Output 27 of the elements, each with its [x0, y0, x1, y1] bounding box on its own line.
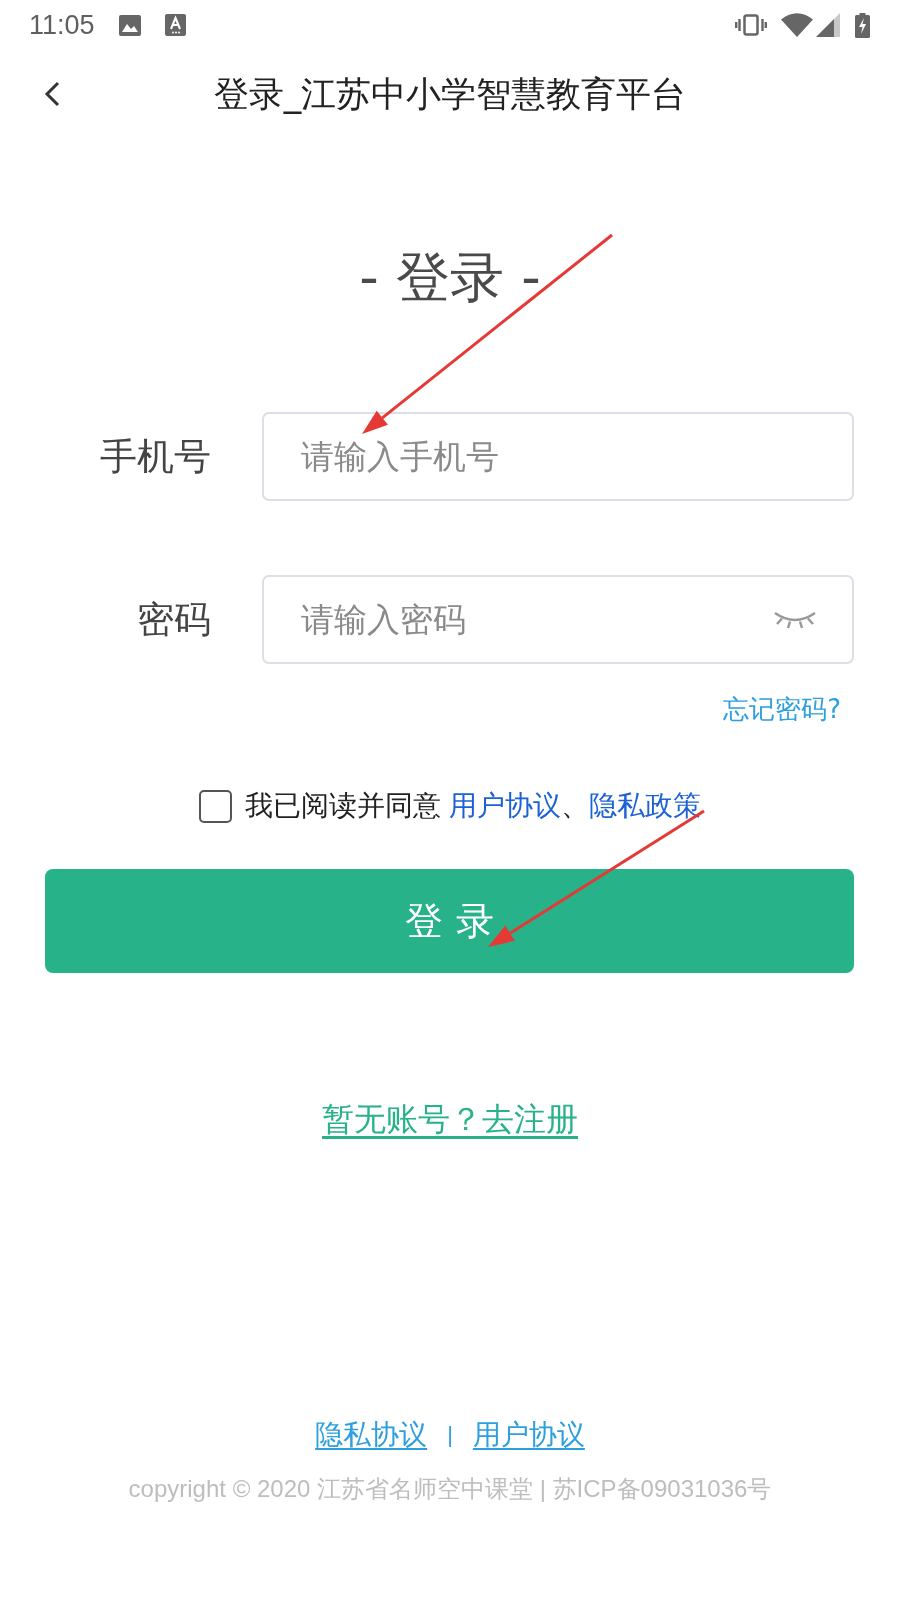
field-label: 密码 [137, 597, 211, 642]
page-title: 登录_江苏中小学智慧教育平台 [212, 73, 688, 116]
signal-icon [816, 13, 840, 37]
policy-link[interactable]: 用户协议 [449, 789, 561, 822]
wifi-icon [781, 13, 813, 37]
login-heading: - 登录 - [359, 248, 541, 308]
eye-closed-icon[interactable] [772, 609, 818, 630]
link-separator: | [447, 1421, 453, 1449]
font-icon [164, 14, 186, 36]
phone-input[interactable]: 请输入手机号 [262, 412, 854, 501]
footer-link[interactable]: 用户协议 [472, 1417, 585, 1453]
policy-link[interactable]: 隐私政策 [589, 789, 701, 822]
agree-checkbox[interactable] [199, 789, 232, 823]
footer-link[interactable]: 隐私协议 [315, 1417, 428, 1453]
login-button[interactable]: 登 录 [45, 869, 854, 973]
copyright-text: copyright © 2020 江苏省名师空中课堂 | 苏ICP备09031036号 [128, 1474, 772, 1504]
password-input[interactable]: 请输入密码 [262, 575, 854, 664]
chevron-left-icon [43, 81, 61, 107]
forgot-password-link[interactable]: 忘记密码? [723, 693, 841, 725]
field-label: 手机号 [100, 434, 211, 479]
agreement-text: 我已阅读并同意 用户协议、隐私政策 [245, 789, 701, 823]
image-icon [118, 14, 141, 36]
battery-icon [855, 12, 870, 38]
back-button[interactable] [43, 81, 61, 107]
register-link[interactable]: 暂无账号？去注册 [322, 1099, 578, 1139]
vibrate-icon [735, 14, 767, 36]
status-time: 11:05 [29, 10, 95, 40]
